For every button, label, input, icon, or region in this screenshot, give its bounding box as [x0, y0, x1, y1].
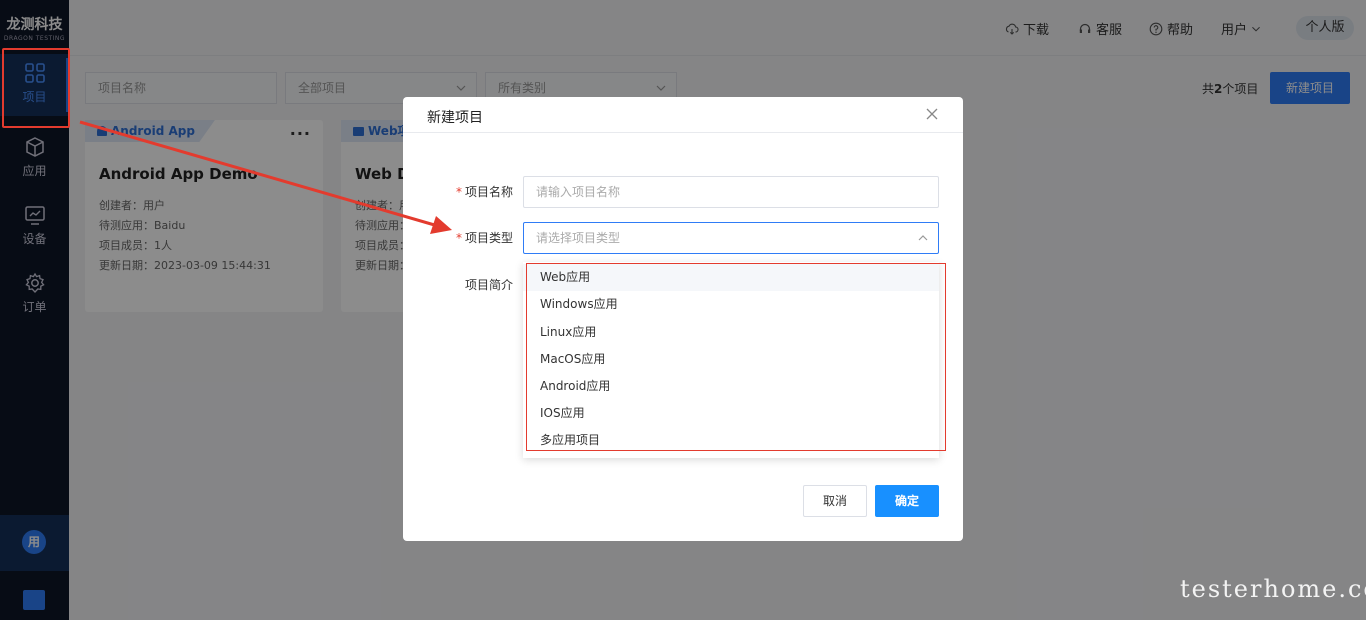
highlight-box-nav: [2, 48, 70, 128]
project-name-input[interactable]: 请输入项目名称: [523, 176, 939, 208]
divider: [403, 132, 963, 133]
type-label: * 项目类型: [403, 229, 513, 246]
watermark: testerhome.com: [1180, 575, 1366, 603]
name-label: * 项目名称: [403, 183, 513, 200]
select-placeholder: 请选择项目类型: [536, 231, 621, 245]
dialog-title: 新建项目: [427, 110, 483, 126]
close-icon[interactable]: [925, 107, 939, 121]
input-placeholder: 请输入项目名称: [536, 185, 621, 199]
name-label-text: 项目名称: [464, 185, 513, 199]
highlight-box-dropdown: [526, 263, 946, 451]
chevron-up-icon: [918, 235, 928, 241]
cancel-button[interactable]: 取消: [803, 485, 867, 517]
required-mark: *: [455, 185, 462, 199]
desc-label: 项目简介: [464, 278, 513, 292]
confirm-button[interactable]: 确定: [875, 485, 939, 517]
project-type-select[interactable]: 请选择项目类型: [523, 222, 939, 254]
required-mark: *: [455, 231, 462, 245]
type-label-text: 项目类型: [464, 231, 513, 245]
